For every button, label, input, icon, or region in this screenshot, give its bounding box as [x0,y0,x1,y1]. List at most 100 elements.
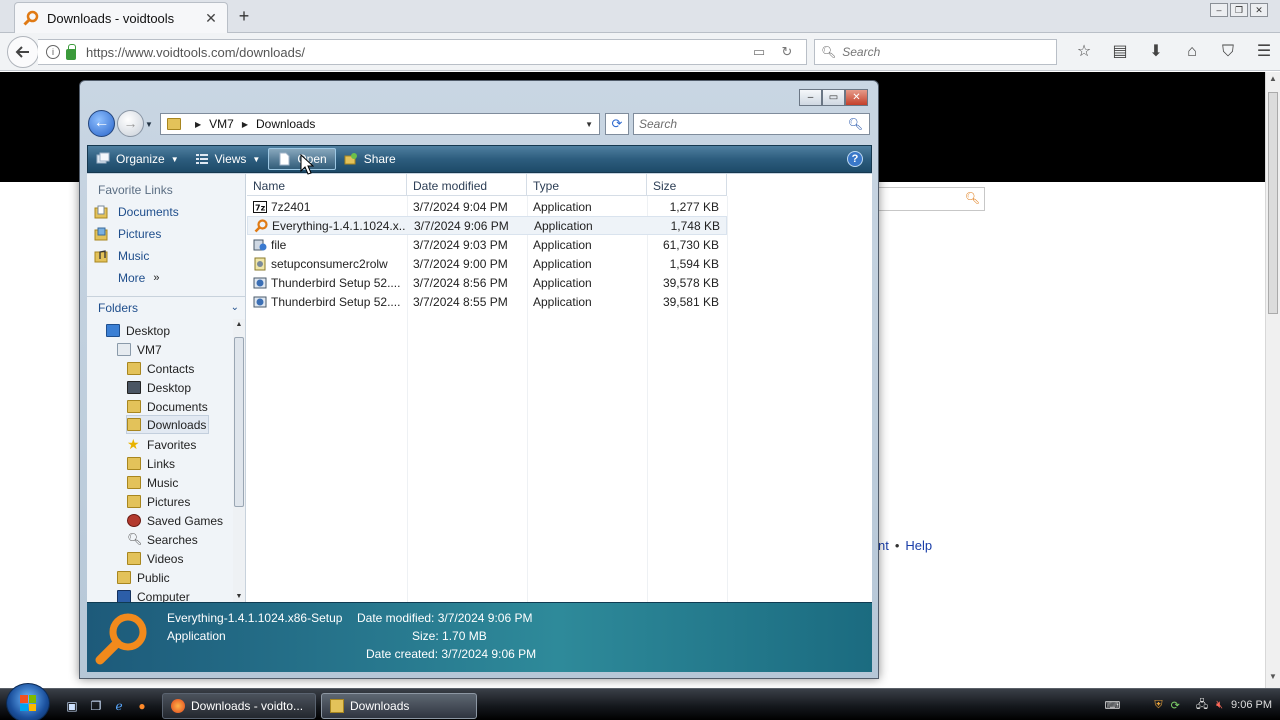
firefox-icon[interactable]: ● [134,698,150,714]
file-name: Everything-1.4.1.1024.x... [272,219,406,233]
file-row[interactable]: Everything-1.4.1.1024.x... 3/7/2024 9:06… [247,216,727,235]
more-links[interactable]: More » [87,267,245,289]
security-shield-icon[interactable]: ⛨ [1154,699,1162,712]
tree-item-videos[interactable]: Videos [127,549,183,568]
menu-icon[interactable]: ☰ [1246,41,1280,63]
page-scrollbar[interactable]: ▲ ▼ [1265,72,1280,688]
reader-view-icon[interactable]: ▭ [750,44,768,60]
page-search-box[interactable]: 🔍︎ [878,187,985,211]
reading-list-icon[interactable]: ▤ [1102,41,1138,63]
tree-item-desktop-folder[interactable]: Desktop [127,378,191,397]
tree-item-computer[interactable]: Computer [117,587,190,602]
column-header-name[interactable]: Name [247,174,407,196]
organize-button[interactable]: Organize ▼ [88,148,187,170]
tree-item-contacts[interactable]: Contacts [127,359,194,378]
close-window-button[interactable]: ✕ [1250,3,1268,17]
column-header-type[interactable]: Type [527,174,647,196]
page-scroll-thumb[interactable] [1268,92,1278,314]
explorer-search-box[interactable]: Search 🔍︎ [633,113,870,135]
folders-header[interactable]: Folders ⌄ [87,296,245,318]
browser-search-box[interactable]: 🔍︎ [814,39,1057,65]
new-tab-button[interactable]: + [233,5,255,27]
tree-item-searches[interactable]: 🔍︎ Searches [127,530,198,549]
close-tab-icon[interactable]: ✕ [203,10,219,27]
tree-item-favorites[interactable]: ★ Favorites [127,435,196,454]
browser-search-input[interactable] [842,45,1043,59]
tree-scrollbar[interactable]: ▲ ▼ [233,319,245,602]
taskbar-button-firefox[interactable]: Downloads - voidto... [162,693,316,719]
search-icon[interactable]: 🔍︎ [848,117,863,131]
file-row[interactable]: Thunderbird Setup 52.... 3/7/2024 8:56 P… [247,274,727,293]
taskbar-button-downloads[interactable]: Downloads [321,693,477,719]
back-button[interactable] [7,36,39,68]
address-bar[interactable]: ▶ VM7 ▶ Downloads ▼ [160,113,600,135]
address-dropdown-icon[interactable]: ▼ [585,120,593,129]
breadcrumb-vm7[interactable]: VM7 [209,117,234,131]
explorer-forward-button[interactable]: → [117,110,144,137]
tree-item-downloads[interactable]: Downloads [126,415,210,434]
column-header-date-modified[interactable]: Date modified [407,174,527,196]
details-label: Size: [412,629,439,643]
tree-item-music[interactable]: Music [127,473,178,492]
explorer-maximize-button[interactable]: ▭ [822,89,845,106]
network-icon[interactable]: 🖧 [1196,696,1208,715]
url-text[interactable]: https://www.voidtools.com/downloads/ [86,45,750,60]
column-header-size[interactable]: Size [647,174,727,196]
tree-item-saved-games[interactable]: Saved Games [127,511,223,530]
bookmark-star-icon[interactable]: ☆ [1066,41,1102,63]
tree-item-pictures[interactable]: Pictures [127,492,190,511]
tree-scroll-thumb[interactable] [234,337,244,507]
internet-explorer-icon[interactable]: ℯ [111,698,127,714]
explorer-minimize-button[interactable]: ‒ [799,89,822,106]
page-search-icon[interactable]: 🔍︎ [965,191,980,205]
clock[interactable]: 9:06 PM [1231,699,1272,711]
file-row[interactable]: 7z 7z2401 3/7/2024 9:04 PM Application 1… [247,198,727,217]
scroll-up-icon[interactable]: ▲ [1266,74,1280,88]
tree-item-vm7[interactable]: VM7 [117,340,162,359]
scroll-down-icon[interactable]: ▼ [1266,672,1280,686]
minimize-button[interactable]: ‒ [1210,3,1228,17]
download-icon[interactable]: ⬇ [1138,41,1174,63]
url-bar[interactable]: i https://www.voidtools.com/downloads/ ▭… [38,39,807,65]
scroll-up-icon[interactable]: ▲ [233,321,245,328]
everything-search-icon [23,10,39,26]
show-desktop-icon[interactable]: ▣ [64,698,80,714]
file-row[interactable]: file 3/7/2024 9:03 PM Application 61,730… [247,236,727,255]
switch-windows-icon[interactable]: ❐ [88,698,104,714]
favorite-link-pictures[interactable]: Pictures [87,223,245,245]
tree-item-documents[interactable]: Documents [127,397,208,416]
views-button[interactable]: Views ▼ [187,148,269,170]
share-button[interactable]: Share [336,148,404,170]
footer-help-link[interactable]: Help [905,538,932,553]
keyboard-icon[interactable]: ⌨ [1104,699,1120,712]
tree-item-links[interactable]: Links [127,454,175,473]
breadcrumb-downloads[interactable]: Downloads [256,117,315,131]
breadcrumb-separator-icon[interactable]: ▶ [195,120,201,129]
explorer-back-button[interactable]: ← [88,110,115,137]
breadcrumb-separator-icon[interactable]: ▶ [242,120,248,129]
explorer-search-placeholder[interactable]: Search [639,117,848,131]
navigation-pane: Favorite Links Documents Pictures Music … [87,174,246,602]
file-row[interactable]: setupconsumerc2rolw 3/7/2024 9:00 PM App… [247,255,727,274]
pocket-icon[interactable]: ⛉ [1210,41,1246,63]
favorite-link-documents[interactable]: Documents [87,201,245,223]
refresh-button[interactable]: ⟳ [605,113,629,135]
tree-item-public[interactable]: Public [117,568,170,587]
restore-button[interactable]: ❐ [1230,3,1248,17]
explorer-close-button[interactable]: ✕ [845,89,868,106]
chevron-down-icon: ▼ [252,154,261,164]
start-button[interactable] [6,683,50,720]
reload-icon[interactable]: ↻ [778,44,796,60]
volume-muted-icon[interactable]: 🔇︎ [1216,699,1223,712]
windows-update-icon[interactable]: ⟳ [1171,699,1180,712]
file-row[interactable]: Thunderbird Setup 52.... 3/7/2024 8:55 P… [247,293,727,312]
favorite-link-music[interactable]: Music [87,245,245,267]
help-button[interactable]: ? [847,151,863,167]
scroll-down-icon[interactable]: ▼ [233,593,245,600]
home-icon[interactable]: ⌂ [1174,41,1210,63]
tree-item-desktop[interactable]: Desktop [106,321,170,340]
footer-link-partial[interactable]: nt [878,538,889,553]
site-info-icon[interactable]: i [46,45,60,59]
browser-tab[interactable]: Downloads - voidtools ✕ [14,2,228,33]
recent-pages-dropdown-icon[interactable]: ▼ [145,120,153,129]
